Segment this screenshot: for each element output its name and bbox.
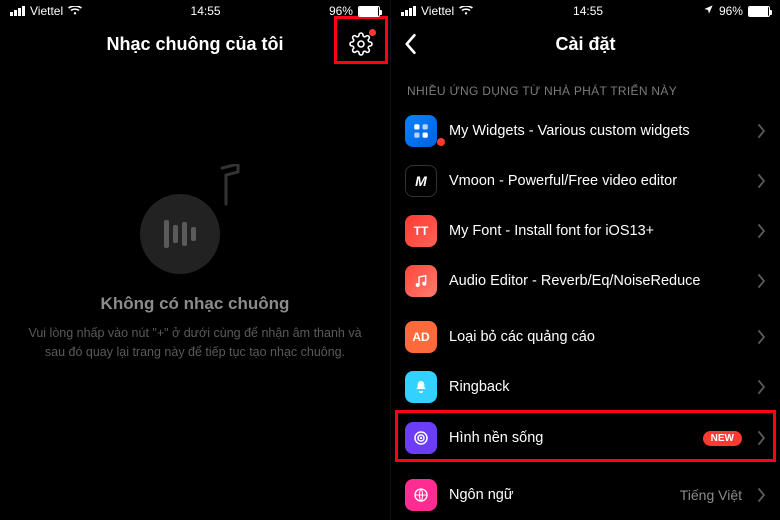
row-my-font[interactable]: TT My Font - Install font for iOS13+ <box>391 206 780 256</box>
section-header: NHIỀU ỨNG DỤNG TỪ NHÀ PHÁT TRIỂN NÀY <box>391 66 780 106</box>
carrier-label: Viettel <box>30 4 63 18</box>
empty-subtitle: Vui lòng nhấp vào nút "+" ở dưới cùng để… <box>28 324 362 362</box>
screen-right: Viettel 14:55 96% Cài đặt NHIỀU ỨNG DỤNG… <box>390 0 780 520</box>
navbar-left: Nhạc chuông của tôi <box>0 22 390 66</box>
row-label: Vmoon - Powerful/Free video editor <box>449 173 746 189</box>
font-icon: TT <box>405 215 437 247</box>
carrier-label: Viettel <box>421 4 454 18</box>
row-my-widgets[interactable]: My Widgets - Various custom widgets <box>391 106 780 156</box>
chevron-right-icon <box>758 174 766 188</box>
audio-icon <box>405 265 437 297</box>
bell-icon <box>405 371 437 403</box>
new-badge: NEW <box>703 431 742 446</box>
row-remove-ads[interactable]: AD Loại bỏ các quảng cáo <box>391 312 780 362</box>
status-time: 14:55 <box>573 4 603 18</box>
back-button[interactable] <box>403 33 417 55</box>
page-title: Cài đặt <box>555 34 615 55</box>
chevron-right-icon <box>758 380 766 394</box>
status-bar: Viettel 14:55 96% <box>0 0 390 22</box>
row-label: Audio Editor - Reverb/Eq/NoiseReduce <box>449 273 746 289</box>
music-note-icon <box>140 164 250 274</box>
empty-title: Không có nhạc chuông <box>101 294 290 314</box>
settings-list: NHIỀU ỨNG DỤNG TỪ NHÀ PHÁT TRIỂN NÀY My … <box>391 66 780 520</box>
row-label: My Font - Install font for iOS13+ <box>449 223 746 239</box>
chevron-right-icon <box>758 330 766 344</box>
app-badge-dot-icon <box>437 138 445 146</box>
screen-left: Viettel 14:55 96% Nhạc chuông của tôi Kh… <box>0 0 390 520</box>
battery-icon <box>748 6 770 17</box>
wifi-icon <box>459 6 473 16</box>
row-label: Hình nền sống <box>449 430 691 446</box>
row-label: Ngôn ngữ <box>449 487 668 503</box>
vmoon-icon: M <box>405 165 437 197</box>
globe-icon <box>405 479 437 511</box>
chevron-right-icon <box>758 124 766 138</box>
empty-state: Không có nhạc chuông Vui lòng nhấp vào n… <box>0 66 390 520</box>
row-live-wallpaper[interactable]: Hình nền sống NEW <box>391 412 780 464</box>
battery-percent: 96% <box>329 4 353 18</box>
chevron-right-icon <box>758 274 766 288</box>
status-bar: Viettel 14:55 96% <box>391 0 780 22</box>
settings-button[interactable] <box>344 27 378 61</box>
row-language[interactable]: Ngôn ngữ Tiếng Việt <box>391 470 780 520</box>
row-ringback[interactable]: Ringback <box>391 362 780 412</box>
chevron-right-icon <box>758 224 766 238</box>
ad-icon: AD <box>405 321 437 353</box>
notification-dot-icon <box>369 29 376 36</box>
row-vmoon[interactable]: M Vmoon - Powerful/Free video editor <box>391 156 780 206</box>
battery-percent: 96% <box>719 4 743 18</box>
row-label: Loại bỏ các quảng cáo <box>449 329 746 345</box>
row-label: Ringback <box>449 379 746 395</box>
page-title: Nhạc chuông của tôi <box>106 34 283 55</box>
status-time: 14:55 <box>191 4 221 18</box>
chevron-right-icon <box>758 488 766 502</box>
target-icon <box>405 422 437 454</box>
row-audio-editor[interactable]: Audio Editor - Reverb/Eq/NoiseReduce <box>391 256 780 306</box>
wifi-icon <box>68 6 82 16</box>
signal-icon <box>10 6 25 16</box>
row-label: My Widgets - Various custom widgets <box>449 123 746 139</box>
location-icon <box>703 4 714 18</box>
signal-icon <box>401 6 416 16</box>
chevron-right-icon <box>758 431 766 445</box>
row-detail: Tiếng Việt <box>680 487 742 503</box>
battery-icon <box>358 6 380 17</box>
widgets-icon <box>405 115 437 147</box>
navbar-right: Cài đặt <box>391 22 780 66</box>
